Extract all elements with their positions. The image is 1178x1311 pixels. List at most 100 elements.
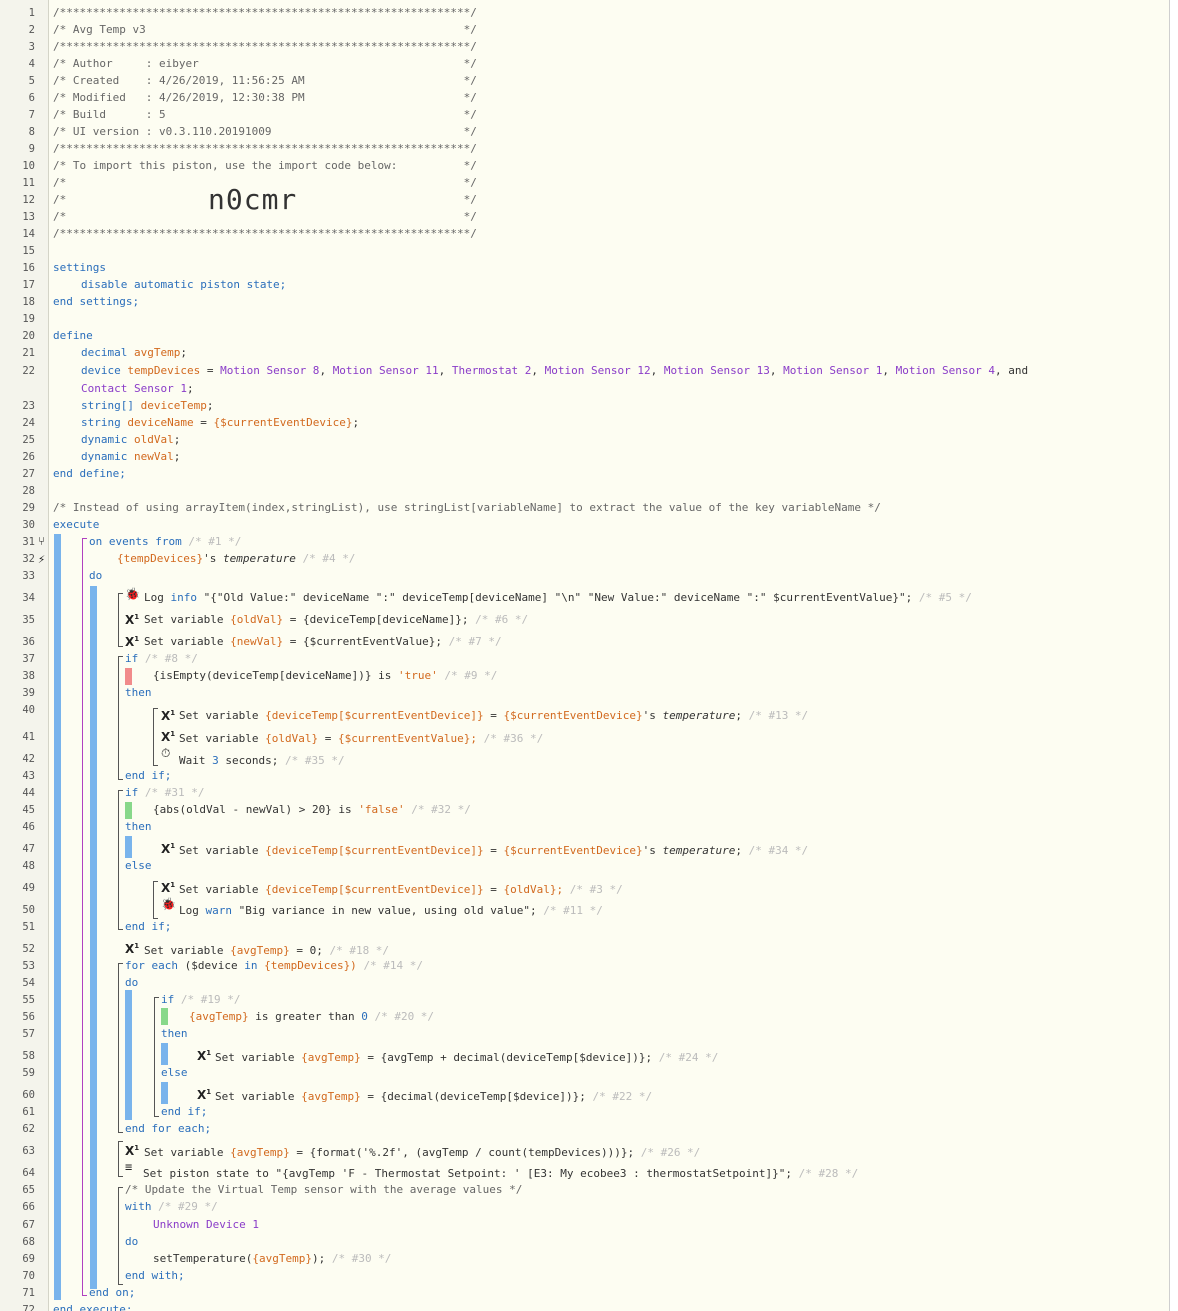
- header-comment: /* Build : 5 */: [53, 108, 477, 122]
- code-token: ,: [995, 364, 1009, 377]
- code-line: end execute;: [53, 1303, 132, 1311]
- line-number: 19: [22, 313, 35, 325]
- code-line: Set variable {newVal} = {$currentEventVa…: [144, 635, 502, 649]
- code-token: Set variable: [144, 944, 231, 957]
- code-token: 's: [642, 709, 663, 722]
- code-token: =: [200, 364, 221, 377]
- code-token: end with;: [125, 1269, 185, 1282]
- code-token: end if;: [125, 920, 172, 933]
- code-token: {avgTemp}: [252, 1252, 312, 1265]
- settings-line: disable automatic piston state;: [81, 278, 286, 292]
- code-token: end settings;: [53, 295, 140, 308]
- code-token: temperature: [222, 552, 296, 565]
- set-variable-icon: X1: [125, 942, 140, 956]
- code-token: Log: [179, 904, 206, 917]
- line-number: 9: [28, 143, 35, 155]
- code-token: do: [125, 1235, 139, 1248]
- code-token: execute: [53, 518, 100, 531]
- code-line: execute: [53, 518, 99, 532]
- code-token: define: [53, 329, 93, 342]
- line-number: 25: [22, 434, 35, 446]
- line-number: 24: [22, 417, 35, 429]
- code-token: and: [1008, 364, 1029, 377]
- code-line: if /* #19 */: [161, 993, 240, 1007]
- code-token: tempDevices: [127, 364, 201, 377]
- line-number: 61: [22, 1106, 35, 1118]
- code-token: temperature: [662, 709, 736, 722]
- code-token: ;: [186, 382, 194, 395]
- wait-icon: ⏱: [161, 746, 171, 760]
- code-token: deviceTemp: [140, 399, 207, 412]
- code-token: {$currentEventDevice}: [503, 844, 643, 857]
- code-token: Motion Sensor 1: [783, 364, 883, 377]
- then-block-bar: [161, 1043, 168, 1065]
- code-line: Set variable {oldVal} = {$currentEventVa…: [179, 732, 543, 746]
- code-token: /* #29 */: [158, 1200, 218, 1213]
- code-token: {$currentEventValue};: [337, 732, 478, 745]
- code-token: do: [89, 569, 103, 582]
- code-token: ;: [173, 450, 181, 463]
- code-line: else: [161, 1066, 188, 1080]
- line-number: 59: [22, 1067, 35, 1079]
- line-number: 44: [22, 787, 35, 799]
- line-number: 23: [22, 400, 35, 412]
- line-number: 55: [22, 994, 35, 1006]
- code-token: ,: [882, 364, 896, 377]
- code-line: Set variable {avgTemp} = 0; /* #18 */: [144, 944, 389, 958]
- code-token: avgTemp: [133, 346, 181, 359]
- code-token: "Big variance in new value, using old va…: [232, 904, 544, 917]
- header-comment: /***************************************…: [53, 227, 477, 241]
- code-token: {deviceTemp[$currentEventDevice]}: [265, 709, 484, 722]
- set-variable-icon: X1: [161, 709, 176, 723]
- code-token: end if;: [161, 1105, 208, 1118]
- line-number: 34: [22, 592, 35, 604]
- code-token: string: [81, 416, 128, 429]
- code-line: end if;: [125, 769, 171, 783]
- log-icon: 🐞: [161, 897, 176, 911]
- line-number: 17: [22, 279, 35, 291]
- code-token: dynamic: [81, 433, 134, 446]
- code-token: /* #36 */: [483, 732, 544, 745]
- code-comment: /* Instead of using arrayItem(index,stri…: [53, 501, 881, 515]
- code-token: /* #5 */: [918, 591, 972, 604]
- line-number: 12: [22, 194, 35, 206]
- code-token: /* #18 */: [329, 944, 390, 957]
- line-number: 71: [22, 1287, 35, 1299]
- line-number: 5: [28, 75, 35, 87]
- code-token: {oldVal};: [503, 883, 564, 896]
- else-block-bar: [161, 1082, 168, 1104]
- define-line: device tempDevices = Motion Sensor 8, Mo…: [81, 364, 1028, 378]
- code-token: {avgTemp}: [230, 1146, 290, 1159]
- line-number: 8: [28, 126, 35, 138]
- code-token: {deviceTemp[$currentEventDevice]}: [265, 844, 484, 857]
- code-token: /* #24 */: [658, 1051, 719, 1064]
- line-number-gutter: 1 2 3 4 5 6 7 8 9 10 11 12 13 14 15 16 17 18 19 20 21 22 23 24 2…: [0, 0, 49, 1311]
- define-line: dynamic oldVal;: [81, 433, 180, 447]
- code-token: /***************************************…: [53, 142, 477, 155]
- code-token: Set piston state to "{avgTemp 'F - Therm…: [143, 1167, 799, 1180]
- line-number: 57: [22, 1028, 35, 1040]
- code-token: {tempDevices}: [117, 552, 204, 565]
- code-token: /* #11 */: [543, 904, 603, 917]
- code-token: {tempDevices}): [264, 959, 357, 972]
- code-token: ,: [769, 364, 784, 377]
- import-code: n0cmr: [208, 183, 298, 216]
- code-line: end on;: [89, 1286, 135, 1300]
- do-block-bar: [90, 586, 97, 1289]
- code-token: Thermostat 2: [451, 364, 532, 377]
- code-token: setTemperature(: [153, 1252, 253, 1265]
- set-variable-icon: X1: [197, 1088, 212, 1102]
- code-token: Set variable: [179, 844, 266, 857]
- line-number: 53: [22, 960, 35, 972]
- code-token: ,: [531, 364, 545, 377]
- code-token: device: [81, 364, 128, 377]
- code-line: Set variable {deviceTemp[$currentEventDe…: [179, 709, 808, 723]
- code-token: /* #26 */: [640, 1146, 701, 1159]
- code-token: Motion Sensor 4: [895, 364, 996, 377]
- line-number: 43: [22, 770, 35, 782]
- code-token: /* #4 */: [302, 552, 356, 565]
- code-token: 'false': [358, 803, 405, 816]
- code-token: warn: [205, 904, 233, 917]
- code-line: Log info "{"Old Value:" deviceName ":" d…: [144, 591, 972, 605]
- code-line: Unknown Device 1: [153, 1218, 259, 1232]
